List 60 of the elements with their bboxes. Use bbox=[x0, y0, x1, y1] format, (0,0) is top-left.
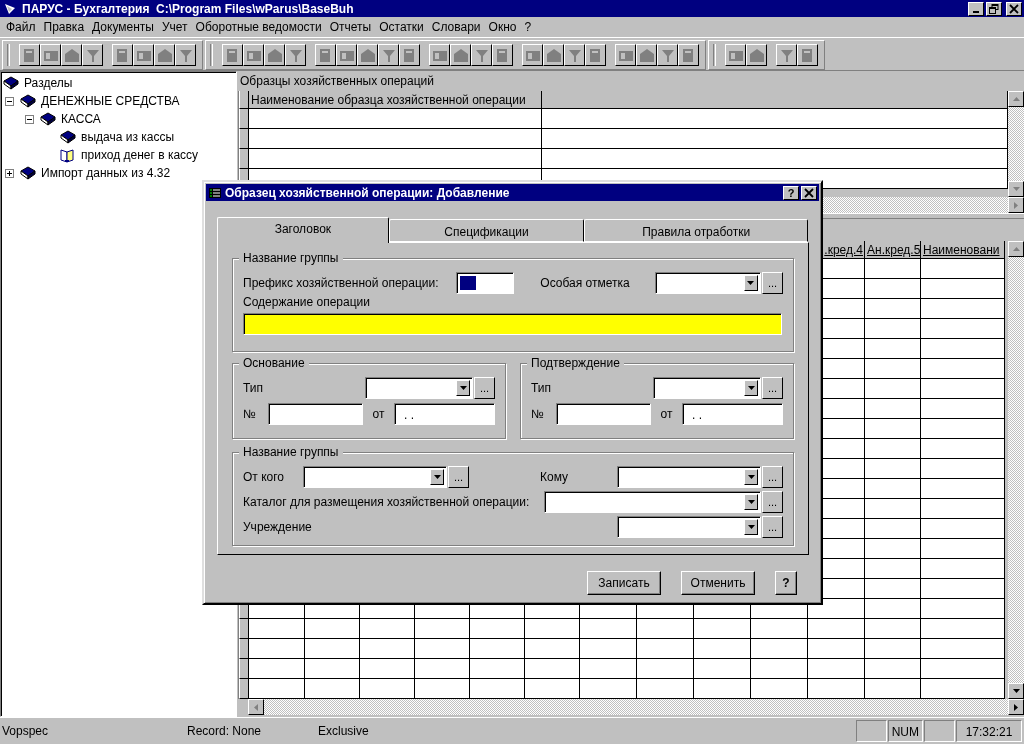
status-text: Vopspec bbox=[2, 724, 50, 739]
tab[interactable]: Правила отработки bbox=[584, 219, 808, 242]
tab[interactable]: Заголовок bbox=[217, 217, 389, 243]
browse-button[interactable]: ... bbox=[762, 466, 783, 488]
browse-button[interactable]: ... bbox=[448, 466, 469, 488]
field-label: № bbox=[531, 407, 545, 421]
tree-item[interactable]: КАССА bbox=[59, 112, 103, 127]
tree-item[interactable]: приход денег в кассу bbox=[79, 148, 201, 163]
field-label: № bbox=[243, 407, 257, 421]
menu-item[interactable]: Остатки bbox=[375, 19, 428, 34]
browse-button[interactable]: ... bbox=[762, 491, 783, 513]
group-label: Название группы bbox=[239, 445, 343, 459]
group-label: Название группы bbox=[239, 251, 343, 265]
field-label: от bbox=[371, 407, 386, 421]
date-field[interactable]: . . bbox=[394, 403, 495, 425]
menu-item[interactable]: Документы bbox=[88, 19, 158, 34]
group-label: Подтверждение bbox=[527, 356, 624, 370]
tab[interactable]: Спецификации bbox=[388, 219, 585, 242]
field-label: Каталог для размещения хозяйственной операции: bbox=[243, 495, 531, 509]
field-label: от bbox=[659, 407, 674, 421]
field-label: Особая отметка bbox=[540, 276, 631, 290]
dialog-button[interactable]: Записать bbox=[587, 571, 661, 595]
menu-item[interactable]: ? bbox=[520, 19, 536, 34]
tree-item[interactable]: ДЕНЕЖНЫЕ СРЕДСТВА bbox=[39, 94, 182, 109]
tree-item[interactable]: Разделы bbox=[22, 76, 75, 91]
browse-button[interactable]: ... bbox=[762, 516, 783, 538]
help-button[interactable]: ? bbox=[783, 185, 799, 200]
status-indicator: NUM bbox=[887, 720, 923, 743]
browse-button[interactable]: ... bbox=[762, 377, 783, 399]
help-button[interactable]: ? bbox=[775, 571, 797, 595]
column-header[interactable]: Наименовани bbox=[921, 241, 1005, 260]
status-clock: 17:32:21 bbox=[956, 720, 1022, 743]
menu-item[interactable]: Оборотные ведомости bbox=[191, 19, 326, 34]
field-label: Тип bbox=[531, 381, 552, 395]
browse-button[interactable]: ... bbox=[474, 377, 495, 399]
dialog-button[interactable]: Отменить bbox=[681, 571, 755, 595]
field-label: Тип bbox=[243, 381, 264, 395]
field-label: Кому bbox=[540, 470, 570, 484]
field-label: Учреждение bbox=[243, 520, 313, 534]
status-text: Exclusive bbox=[318, 724, 369, 739]
tree-item[interactable]: выдача из кассы bbox=[79, 130, 177, 145]
window-title: ПАРУС - Бухгалтерия C:\Program Files\wParus\BaseBuh bbox=[22, 1, 355, 16]
dialog-title: Образец хозяйственной операции: Добавление bbox=[225, 185, 510, 200]
menu-item[interactable]: Правка bbox=[39, 19, 89, 34]
browse-button[interactable]: ... bbox=[762, 272, 783, 294]
menu-item[interactable]: Файл bbox=[2, 19, 40, 34]
menu-item[interactable]: Отчеты bbox=[325, 19, 376, 34]
status-text: Record: None bbox=[187, 724, 263, 739]
field-label: Содержание операции bbox=[243, 295, 371, 309]
date-field[interactable]: . . bbox=[682, 403, 783, 425]
group-label: Основание bbox=[239, 356, 309, 370]
menu-item[interactable]: Окно bbox=[484, 19, 521, 34]
menu-item[interactable]: Учет bbox=[157, 19, 192, 34]
field-label: Префикс хозяйственной операции: bbox=[243, 276, 440, 290]
column-header[interactable]: Ан.кред.5 bbox=[865, 241, 921, 260]
field-label: От кого bbox=[243, 470, 285, 484]
menu-item[interactable]: Словари bbox=[427, 19, 485, 34]
column-header[interactable]: Наименование образца хозяйственной операции bbox=[249, 91, 542, 110]
tree-item[interactable]: Импорт данных из 4.32 bbox=[39, 166, 173, 181]
grid-title: Образцы хозяйственных операций bbox=[239, 73, 435, 91]
